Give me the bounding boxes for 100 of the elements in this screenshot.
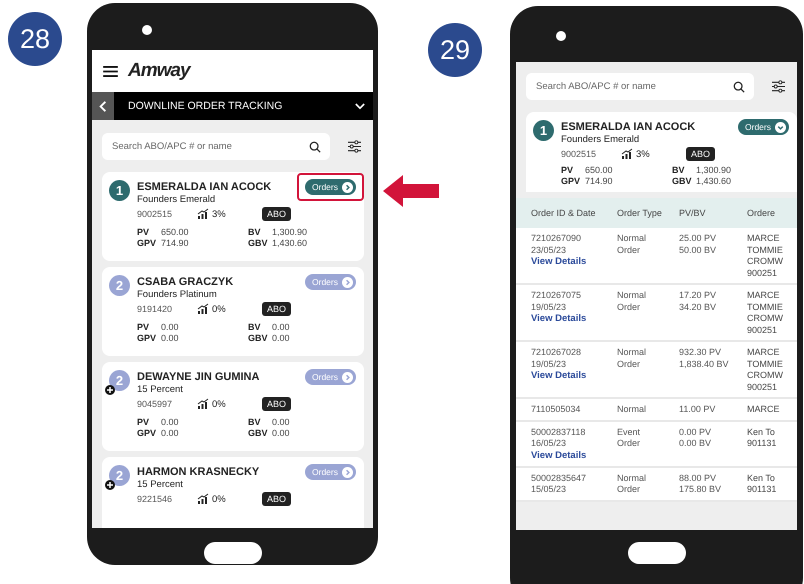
stat-label: GBV [248, 428, 269, 438]
ordered-by-text: CROMW [747, 313, 784, 324]
chevron-right-icon [342, 372, 353, 382]
pv-bv-value: 175.80 BV [679, 484, 722, 496]
order-id: 7210267075 [531, 290, 582, 302]
rank-badge: 2 [109, 465, 130, 486]
ordered-by-text: 900251 [747, 382, 778, 393]
stat-value: 0.00 [272, 333, 291, 343]
camera-dot [142, 25, 152, 35]
orders-button[interactable]: Orders [305, 179, 356, 195]
member-type-tag: ABO [686, 147, 716, 161]
view-details-link[interactable]: View Details [531, 370, 617, 382]
pv-bv-value: 11.00 PV [679, 404, 716, 416]
plus-icon[interactable] [105, 480, 115, 490]
order-type: Normal Order [617, 472, 648, 496]
stat-label: BV [248, 417, 262, 427]
logo: Amway [128, 60, 190, 82]
order-type: Normal [617, 404, 648, 416]
search-field[interactable]: Search ABO/APC # or name [526, 73, 754, 100]
member-name: ESMERALDA IAN ACOCK [137, 181, 272, 193]
stat-value: 0.00 [272, 428, 291, 438]
ordered-by-text: 901131 [747, 438, 778, 450]
stat-value: 0.00 [272, 322, 291, 332]
chevron-down-icon[interactable] [355, 102, 365, 110]
ordered-by-text: Ken To [747, 472, 776, 484]
pv-bv-value: 34.20 BV [679, 302, 718, 313]
pv-bv-value: 50.00 BV [679, 244, 718, 256]
stat-value: 0.00 [161, 322, 180, 332]
column-header: Order Type [617, 208, 663, 218]
growth-percent: 3% [636, 148, 651, 160]
ordered-by-text: 901131 [747, 484, 778, 496]
back-button[interactable] [92, 92, 114, 120]
view-details-link[interactable]: View Details [531, 313, 617, 325]
stat-label: PV [561, 165, 574, 175]
member-level: Founders Platinum [137, 289, 218, 300]
order-type: Event Order [617, 426, 642, 450]
order-id: 7210267028 [531, 347, 582, 358]
column-header: Ordere [747, 208, 776, 218]
chevron-down-icon [775, 122, 786, 132]
menu-icon[interactable] [103, 66, 118, 76]
pv-bv-value: 17.20 PV [679, 290, 718, 302]
stat-label: PV [137, 227, 150, 237]
growth-chart-icon [197, 398, 209, 410]
pv-bv-value: 1,838.40 BV [679, 358, 730, 370]
pv-bv-value: 88.00 PV [679, 472, 718, 484]
member-name: ESMERALDA IAN ACOCK [561, 121, 696, 133]
ordered-by-text: TOMMIE [747, 244, 784, 256]
rank-badge: 1 [109, 180, 130, 201]
member-type-tag: ABO [262, 207, 292, 221]
orders-button[interactable]: Orders [738, 119, 789, 135]
ordered-by-text: 900251 [747, 324, 778, 336]
ordered-by-text: CROMW [747, 370, 784, 382]
member-type-tag: ABO [262, 492, 292, 506]
growth-chart-icon [197, 208, 209, 220]
order-id: 7210267090 [531, 233, 582, 244]
stat-label: BV [672, 165, 686, 175]
column-header: Order ID & Date [531, 208, 597, 218]
stat-label: GPV [561, 176, 582, 186]
ordered-by-text: TOMMIE [747, 302, 784, 313]
growth-percent: 0% [212, 398, 227, 410]
growth-percent: 3% [212, 208, 227, 220]
stat-label: PV [137, 417, 150, 427]
member-id: 9191420 [137, 304, 174, 314]
chevron-left-icon [99, 100, 107, 112]
stat-label: GPV [137, 238, 158, 248]
member-level: 15 Percent [137, 384, 184, 395]
order-date: 15/05/23 [531, 484, 568, 496]
stat-value: 0.00 [272, 417, 291, 427]
ordered-by-text: 900251 [747, 268, 778, 279]
search-icon[interactable] [733, 81, 745, 93]
stat-value: 0.00 [161, 333, 180, 343]
member-name: HARMON KRASNECKY [137, 466, 260, 478]
order-id: 50002835647 [531, 472, 588, 484]
view-details-link[interactable]: View Details [531, 450, 617, 462]
order-type: Normal Order [617, 233, 648, 256]
plus-icon[interactable] [105, 385, 115, 395]
stat-value: 650.00 [585, 165, 614, 175]
stat-value: 1,430.60 [696, 176, 732, 186]
search-icon[interactable] [309, 141, 321, 153]
member-type-tag: ABO [262, 302, 292, 316]
home-button[interactable] [628, 542, 686, 564]
stat-label: GPV [137, 333, 158, 343]
search-field[interactable]: Search ABO/APC # or name [102, 133, 330, 160]
ordered-by-text: MARCE [747, 404, 781, 416]
view-details-link[interactable]: View Details [531, 256, 617, 268]
growth-chart-icon [621, 148, 633, 160]
order-type: Normal Order [617, 347, 648, 370]
stat-value: 0.00 [161, 417, 180, 427]
stat-value: 714.90 [585, 176, 614, 186]
filter-icon[interactable] [772, 80, 785, 93]
ordered-by-text: MARCE [747, 290, 781, 302]
stat-value: 0.00 [161, 428, 180, 438]
chevron-right-icon [342, 276, 353, 288]
ordered-by-text: CROMW [747, 256, 784, 268]
growth-chart-icon [197, 303, 209, 315]
home-button[interactable] [204, 542, 262, 564]
filter-icon[interactable] [348, 140, 361, 153]
chevron-right-icon [342, 182, 353, 192]
camera-dot [556, 31, 566, 41]
step-badge: 29 [428, 23, 482, 77]
